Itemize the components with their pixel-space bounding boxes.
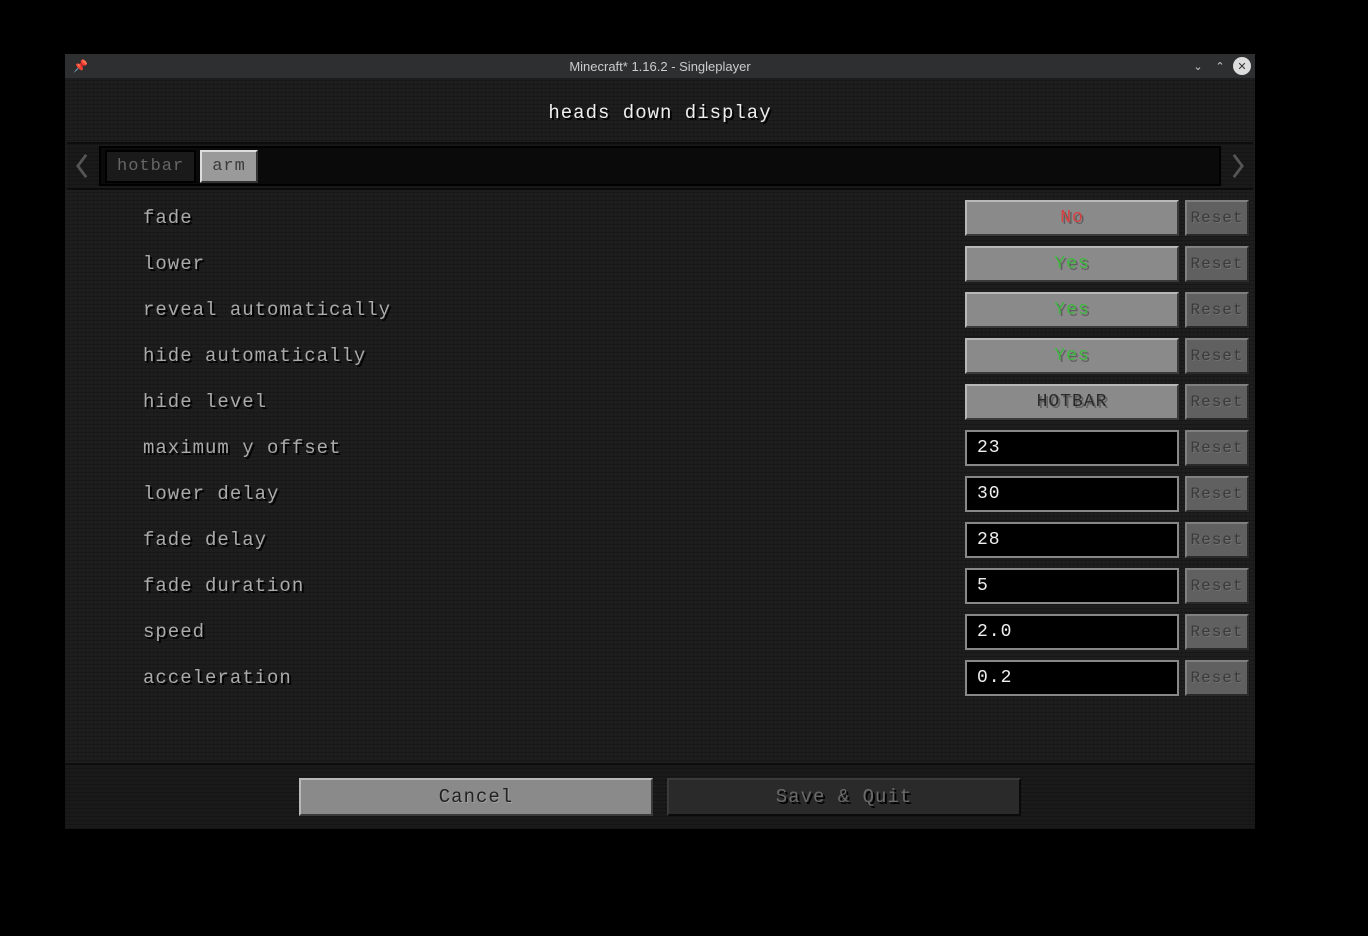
setting-input[interactable]	[965, 660, 1179, 696]
setting-toggle[interactable]: Yes	[965, 338, 1179, 374]
reset-button[interactable]: Reset	[1185, 384, 1249, 420]
page-title: heads down display	[65, 78, 1255, 142]
reset-button[interactable]: Reset	[1185, 200, 1249, 236]
close-icon[interactable]: ✕	[1233, 57, 1251, 75]
setting-row: hide levelHOTBARReset	[65, 379, 1255, 425]
chevron-right-icon	[1231, 152, 1245, 180]
reset-button[interactable]: Reset	[1185, 292, 1249, 328]
reset-button[interactable]: Reset	[1185, 614, 1249, 650]
game-area: heads down display hotbar arm fadeNoRese…	[65, 78, 1255, 829]
setting-label: fade duration	[143, 575, 965, 597]
setting-label: lower	[143, 253, 965, 275]
setting-toggle[interactable]: Yes	[965, 246, 1179, 282]
tab-scroll-left[interactable]	[67, 142, 97, 190]
setting-label: reveal automatically	[143, 299, 965, 321]
tab-scroll-right[interactable]	[1223, 142, 1253, 190]
save-quit-button[interactable]: Save & Quit	[667, 778, 1021, 816]
setting-row: hide automaticallyYesReset	[65, 333, 1255, 379]
setting-label: acceleration	[143, 667, 965, 689]
setting-row: maximum y offset Reset	[65, 425, 1255, 471]
window-title: Minecraft* 1.16.2 - Singleplayer	[569, 59, 750, 74]
pin-icon[interactable]: 📌	[73, 59, 88, 73]
tab-arm[interactable]: arm	[200, 150, 258, 183]
setting-input[interactable]	[965, 476, 1179, 512]
setting-input[interactable]	[965, 568, 1179, 604]
setting-input[interactable]	[965, 522, 1179, 558]
setting-label: hide level	[143, 391, 965, 413]
maximize-icon[interactable]: ⌃	[1211, 57, 1229, 75]
cancel-button[interactable]: Cancel	[299, 778, 653, 816]
setting-row: lowerYesReset	[65, 241, 1255, 287]
setting-label: lower delay	[143, 483, 965, 505]
setting-label: speed	[143, 621, 965, 643]
setting-row: acceleration Reset	[65, 655, 1255, 701]
tab-hotbar[interactable]: hotbar	[105, 150, 196, 183]
chevron-left-icon	[75, 152, 89, 180]
setting-label: fade delay	[143, 529, 965, 551]
setting-input[interactable]	[965, 614, 1179, 650]
setting-toggle[interactable]: HOTBAR	[965, 384, 1179, 420]
titlebar[interactable]: 📌 Minecraft* 1.16.2 - Singleplayer ⌄ ⌃ ✕	[65, 54, 1255, 78]
setting-row: lower delay Reset	[65, 471, 1255, 517]
reset-button[interactable]: Reset	[1185, 430, 1249, 466]
setting-row: reveal automaticallyYesReset	[65, 287, 1255, 333]
reset-button[interactable]: Reset	[1185, 338, 1249, 374]
titlebar-controls: ⌄ ⌃ ✕	[1189, 57, 1251, 75]
setting-label: fade	[143, 207, 965, 229]
reset-button[interactable]: Reset	[1185, 476, 1249, 512]
tab-container: hotbar arm	[99, 146, 1221, 186]
setting-row: speed Reset	[65, 609, 1255, 655]
app-window: 📌 Minecraft* 1.16.2 - Singleplayer ⌄ ⌃ ✕…	[65, 54, 1255, 829]
setting-toggle[interactable]: Yes	[965, 292, 1179, 328]
settings-list: fadeNoResetlowerYesResetreveal automatic…	[65, 195, 1255, 706]
setting-label: maximum y offset	[143, 437, 965, 459]
setting-input[interactable]	[965, 430, 1179, 466]
reset-button[interactable]: Reset	[1185, 660, 1249, 696]
reset-button[interactable]: Reset	[1185, 246, 1249, 282]
reset-button[interactable]: Reset	[1185, 522, 1249, 558]
reset-button[interactable]: Reset	[1185, 568, 1249, 604]
footer: Cancel Save & Quit	[65, 763, 1255, 829]
setting-row: fade duration Reset	[65, 563, 1255, 609]
setting-label: hide automatically	[143, 345, 965, 367]
setting-toggle[interactable]: No	[965, 200, 1179, 236]
setting-row: fade delay Reset	[65, 517, 1255, 563]
setting-row: fadeNoReset	[65, 195, 1255, 241]
tab-strip: hotbar arm	[67, 142, 1253, 190]
minimize-icon[interactable]: ⌄	[1189, 57, 1207, 75]
